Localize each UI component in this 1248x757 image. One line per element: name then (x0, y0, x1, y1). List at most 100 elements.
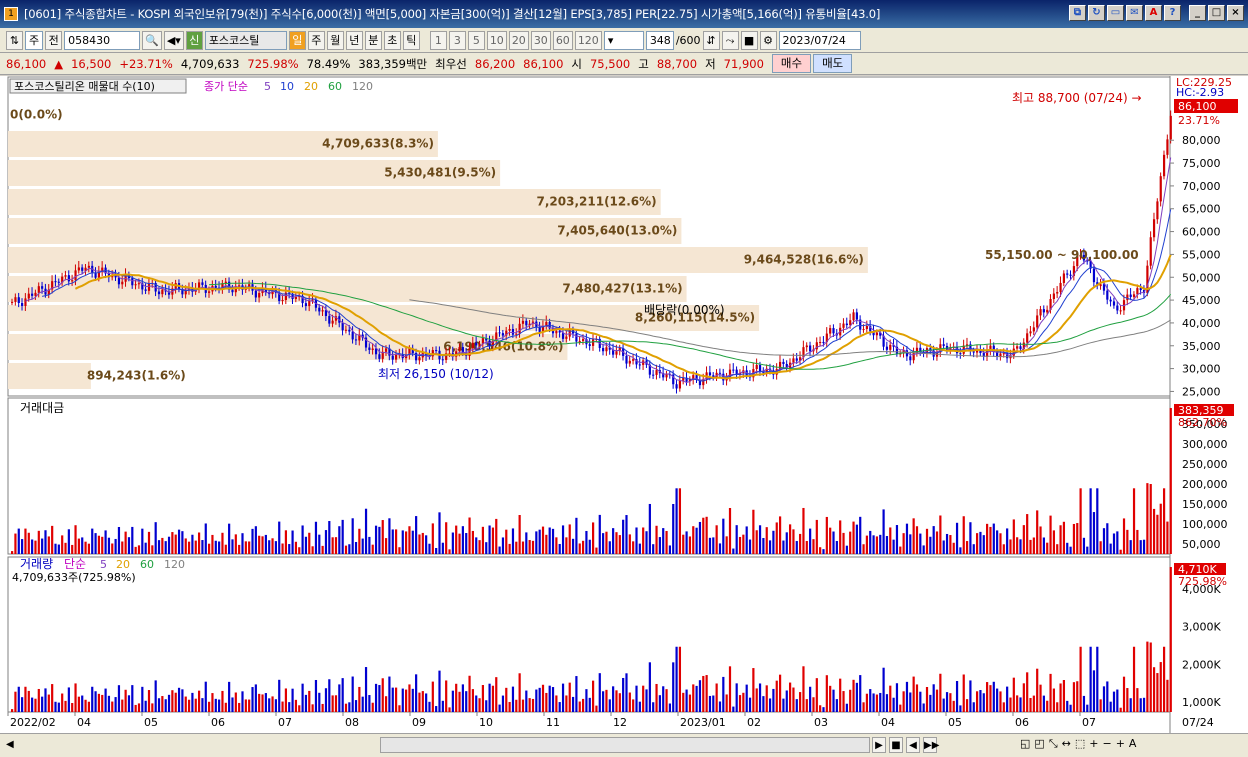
buy-button[interactable]: 매수 (771, 54, 812, 73)
ma-legend-20: 20 (304, 80, 318, 93)
help-icon[interactable]: ? (1164, 5, 1181, 21)
save-icon[interactable]: ■ (740, 30, 758, 50)
volume-bar (909, 692, 912, 712)
candle-body (1109, 299, 1112, 302)
volume-bar (551, 687, 555, 712)
refresh-icon[interactable]: ↻ (1088, 5, 1105, 21)
candle-body (501, 333, 505, 336)
volume-bar (862, 702, 865, 712)
amount-bar (211, 534, 214, 554)
settings-icon[interactable]: ⚙ (759, 30, 777, 50)
x-label: 07 (278, 716, 292, 729)
period-week[interactable]: 주 (307, 30, 325, 50)
interval-custom[interactable]: ▾ (603, 30, 644, 50)
amount-bar (157, 540, 161, 554)
interval-30[interactable]: 30 (530, 30, 551, 50)
amount-bar (438, 512, 441, 554)
amount-bar (27, 532, 30, 554)
zoom-in-icon[interactable]: + (1089, 737, 1098, 751)
period-day[interactable]: 일 (288, 30, 306, 50)
compare-icon[interactable]: ⤳ (721, 30, 739, 50)
volume-bar (979, 690, 982, 712)
amount-bar (1052, 530, 1055, 554)
amount-bar (535, 531, 538, 554)
layout-icon-2[interactable]: ◰ (1034, 737, 1044, 751)
chart-type-icon[interactable]: ⇅ (6, 30, 23, 50)
volume-bar (101, 694, 104, 712)
stock-name[interactable]: 포스코스틸 (204, 30, 287, 50)
prev-button[interactable]: 전 (45, 30, 63, 50)
scroll-thumb[interactable] (380, 737, 870, 753)
mail-icon[interactable]: ✉ (1126, 5, 1143, 21)
font-icon[interactable]: A (1145, 5, 1162, 21)
amount-bar (264, 534, 267, 554)
period-year[interactable]: 년 (345, 30, 363, 50)
minimize-button[interactable]: _ (1189, 5, 1206, 21)
scrollbar[interactable]: ◀ ▶ ■ ◀ ▶▶ ◱ ◰ ⤡ ↔ ⬚ + − + A (0, 733, 1248, 757)
stock-chart[interactable]: 0(0.0%) 4,709,633(8.3%) 5,430,481(9.5%) 7,2… (0, 76, 1248, 733)
tile-icon[interactable]: ⧉ (1069, 5, 1086, 21)
volume-bar (161, 696, 164, 712)
fast-forward-icon[interactable]: ▶▶ (923, 737, 939, 753)
candle-body (1166, 139, 1169, 155)
volume-bar (999, 691, 1002, 712)
zoom-out-icon[interactable]: − (1102, 737, 1111, 751)
amount-bar (64, 542, 67, 554)
volume-bar (698, 680, 702, 712)
volume-bar (137, 703, 141, 712)
play-icon[interactable]: ▶ (872, 737, 886, 753)
scroll-left-icon[interactable]: ◀ (6, 738, 20, 752)
indicator-icon[interactable]: ⇵ (702, 30, 720, 50)
amount-bar (919, 533, 922, 554)
width-icon[interactable]: ↔ (1062, 737, 1071, 751)
period-tick[interactable]: 틱 (402, 30, 420, 50)
amount-tick: 300,000 (1182, 438, 1228, 451)
interval-1[interactable]: 1 (429, 30, 447, 50)
period-month[interactable]: 월 (326, 30, 344, 50)
volume-bar (107, 695, 111, 712)
maximize-button[interactable]: □ (1208, 5, 1225, 21)
count-input[interactable]: 348 (645, 30, 674, 50)
text-icon[interactable]: A (1129, 737, 1137, 751)
box-icon[interactable]: ⬚ (1075, 737, 1085, 751)
amount-bar (1019, 539, 1022, 554)
volume-bar (705, 675, 708, 712)
chart-area[interactable]: 0(0.0%) 4,709,633(8.3%) 5,430,481(9.5%) 7,2… (0, 76, 1248, 733)
volume-bar (171, 690, 174, 712)
speaker-icon[interactable]: ◀▾ (163, 30, 184, 50)
back-icon[interactable]: ◀ (906, 737, 920, 753)
mode-select[interactable]: 주 (25, 30, 44, 50)
volume-bar (939, 673, 942, 712)
amount-bar (839, 520, 842, 554)
amount-bar (221, 532, 224, 554)
volume-bar (228, 681, 231, 712)
interval-120[interactable]: 120 (574, 30, 602, 50)
candle-body (354, 339, 358, 341)
amount-bar (1082, 537, 1086, 554)
amount-tick: 100,000 (1182, 518, 1228, 531)
interval-20[interactable]: 20 (508, 30, 529, 50)
expand-icon[interactable]: ⤡ (1049, 737, 1058, 751)
period-second[interactable]: 초 (383, 30, 401, 50)
window-icon[interactable]: ▭ (1107, 5, 1124, 21)
stop-icon[interactable]: ■ (889, 737, 903, 753)
amount-bar (642, 527, 645, 554)
interval-60[interactable]: 60 (552, 30, 573, 50)
close-button[interactable]: × (1227, 5, 1244, 21)
add-icon[interactable]: + (1116, 737, 1125, 751)
period-minute[interactable]: 분 (364, 30, 382, 50)
interval-10[interactable]: 10 (486, 30, 507, 50)
volume-bar (27, 690, 30, 712)
volume-bar (785, 690, 788, 712)
layout-icon-1[interactable]: ◱ (1020, 737, 1030, 751)
interval-3[interactable]: 3 (448, 30, 466, 50)
interval-5[interactable]: 5 (467, 30, 485, 50)
volume-bar (441, 700, 444, 712)
sell-button[interactable]: 매도 (813, 54, 853, 73)
code-input[interactable]: 058430 (64, 30, 141, 50)
date-input[interactable]: 2023/07/24 (778, 30, 861, 50)
ma-legend-10: 10 (280, 80, 294, 93)
amount-bar (802, 507, 805, 554)
volume-bar (284, 688, 288, 712)
search-icon[interactable]: 🔍 (142, 30, 162, 50)
